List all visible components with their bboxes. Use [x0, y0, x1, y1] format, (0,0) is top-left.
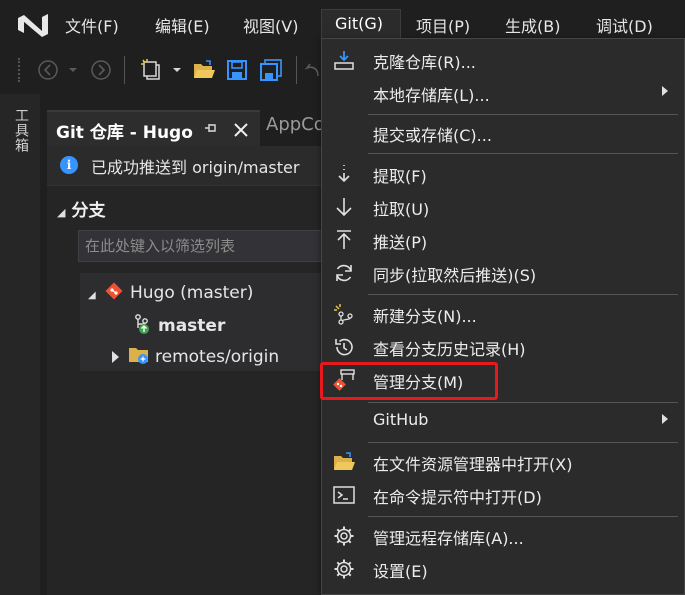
toolbar-separator [296, 56, 297, 84]
gear-icon [332, 557, 356, 581]
menu-item-pull[interactable]: 拉取(U) [322, 191, 685, 224]
menu-project[interactable]: 项目(P) [416, 13, 470, 37]
menu-debug[interactable]: 调试(D) [596, 13, 653, 37]
toolbox-strip: 工具箱 [0, 94, 40, 595]
git-repo-icon [105, 282, 123, 300]
pin-icon[interactable] [204, 121, 218, 139]
menu-item-label: GitHub [373, 410, 429, 429]
save-icon[interactable] [225, 58, 249, 82]
menu-item-open-in-command-prompt[interactable]: 在命令提示符中打开(D) [322, 479, 685, 512]
submenu-arrow-icon [662, 86, 668, 96]
back-icon[interactable] [36, 58, 60, 82]
menu-item-sync[interactable]: 同步(拉取然后推送)(S) [322, 257, 685, 290]
open-folder-icon [332, 450, 356, 474]
chevron-down-icon[interactable] [66, 58, 80, 82]
repo-branch-label: Hugo (master) [130, 283, 254, 303]
menu-file[interactable]: 文件(F) [65, 13, 119, 37]
history-icon [332, 335, 356, 359]
menu-item-label: 设置(E) [373, 562, 428, 581]
branches-section-header[interactable]: ◢ 分支 [57, 196, 105, 221]
menu-item-manage-remotes[interactable]: 管理远程存储库(A)... [322, 520, 685, 553]
toolbox-tab[interactable]: 工具箱 [11, 108, 31, 153]
menu-item-label: 提交或存储(C)... [373, 126, 492, 145]
new-branch-icon [332, 302, 356, 326]
info-icon: i [60, 156, 78, 174]
menu-item-commit-or-stash[interactable]: 提交或存储(C)... [322, 117, 685, 150]
menu-git-label: Git(G) [335, 14, 383, 33]
undo-icon[interactable] [304, 58, 320, 82]
menu-edit[interactable]: 编辑(E) [155, 13, 210, 37]
sync-icon [332, 261, 356, 285]
menu-item-label: 克隆仓库(R)... [373, 53, 476, 72]
remotes-label: remotes/origin [155, 347, 280, 367]
menu-separator [368, 114, 678, 115]
highlight-annotation [320, 362, 498, 400]
menu-item-label: 本地存储库(L)... [373, 86, 490, 105]
visual-studio-logo-icon [18, 14, 48, 37]
branches-header-label: 分支 [71, 201, 106, 221]
terminal-icon [332, 483, 356, 507]
menu-separator [368, 402, 678, 403]
git-menu-dropdown: 克隆仓库(R)... 本地存储库(L)... 提交或存储(C)... 提取(F)… [321, 38, 685, 595]
tree-row-repo[interactable]: ◢ Hugo (master) [88, 281, 253, 303]
toolbar-grip[interactable] [18, 58, 22, 82]
menu-separator [368, 516, 678, 517]
branch-current-icon [135, 314, 149, 334]
tab-git-repository[interactable]: Git 仓库 - Hugo [47, 110, 260, 146]
tab-appco[interactable]: AppCo [266, 114, 325, 135]
menu-item-label: 在文件资源管理器中打开(X) [373, 455, 573, 474]
clone-icon [332, 48, 356, 72]
branch-filter-box [78, 230, 328, 262]
menu-item-fetch[interactable]: 提取(F) [322, 158, 685, 191]
caret-down-icon: ◢ [57, 206, 66, 219]
push-icon [332, 228, 356, 252]
chevron-down-icon[interactable] [170, 58, 184, 82]
branch-tree: ◢ Hugo (master) master remotes/origin [80, 273, 328, 371]
menu-item-label: 同步(拉取然后推送)(S) [373, 266, 537, 285]
fetch-icon [332, 162, 356, 186]
tree-row-master[interactable]: master [132, 313, 225, 336]
menu-item-label: 查看分支历史记录(H) [373, 340, 526, 359]
menu-item-new-branch[interactable]: 新建分支(N)... [322, 298, 685, 331]
menu-item-settings[interactable]: 设置(E) [322, 553, 685, 586]
menu-item-local-repositories[interactable]: 本地存储库(L)... [322, 77, 685, 110]
remote-folder-icon [129, 348, 148, 364]
current-branch-label: master [158, 316, 226, 336]
caret-down-icon: ◢ [88, 290, 96, 301]
menu-item-label: 在命令提示符中打开(D) [373, 488, 542, 507]
menu-view[interactable]: 视图(V) [243, 13, 298, 37]
menu-separator [368, 294, 678, 295]
tab-title: Git 仓库 - Hugo [56, 123, 193, 143]
menu-build[interactable]: 生成(B) [505, 13, 560, 37]
pull-icon [332, 195, 356, 219]
menu-item-push[interactable]: 推送(P) [322, 224, 685, 257]
menu-separator [368, 153, 678, 154]
new-project-icon[interactable] [138, 58, 164, 82]
menu-item-clone-repository[interactable]: 克隆仓库(R)... [322, 44, 685, 77]
menu-item-open-in-explorer[interactable]: 在文件资源管理器中打开(X) [322, 446, 685, 479]
forward-icon[interactable] [89, 58, 113, 82]
menu-item-view-branch-history[interactable]: 查看分支历史记录(H) [322, 331, 685, 364]
info-message: 已成功推送到 origin/master [91, 158, 300, 177]
menu-item-label: 新建分支(N)... [373, 307, 477, 326]
gear-icon [332, 524, 356, 548]
menu-item-label: 拉取(U) [373, 200, 430, 219]
close-icon[interactable] [232, 115, 250, 144]
menu-item-label: 管理远程存储库(A)... [373, 529, 524, 548]
save-all-icon[interactable] [258, 58, 284, 82]
tree-row-remotes[interactable]: remotes/origin [112, 345, 279, 367]
menu-item-label: 推送(P) [373, 233, 428, 252]
open-folder-icon[interactable] [191, 58, 217, 82]
submenu-arrow-icon [662, 414, 668, 424]
toolbar-separator [124, 56, 125, 84]
menu-item-label: 提取(F) [373, 167, 427, 186]
menu-item-github[interactable]: GitHub [322, 405, 685, 438]
menu-separator [368, 442, 678, 443]
branch-filter-input[interactable] [85, 235, 323, 257]
caret-right-icon [112, 351, 119, 363]
